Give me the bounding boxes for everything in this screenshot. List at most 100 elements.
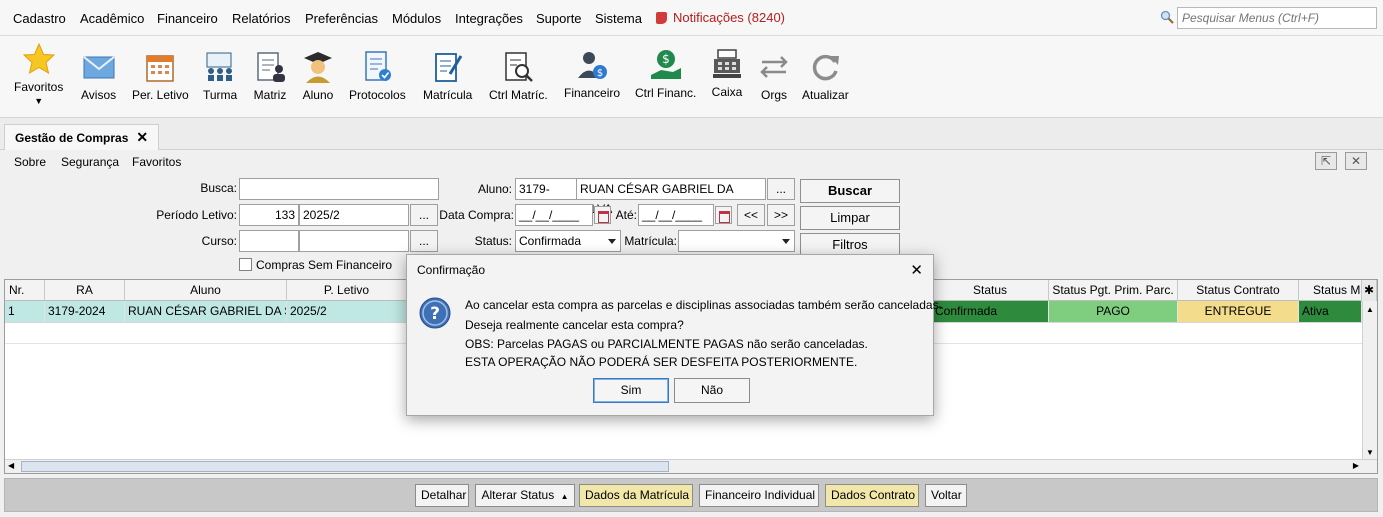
- menu-financeiro[interactable]: Financeiro: [157, 11, 218, 26]
- toolbar-caixa[interactable]: Caixa: [710, 47, 744, 99]
- envelope-icon: [82, 56, 115, 79]
- toolbar-matriz[interactable]: Matriz: [253, 50, 287, 102]
- toolbar-financeiro[interactable]: $ Financeiro: [564, 48, 620, 100]
- menu-modulos[interactable]: Módulos: [392, 11, 441, 26]
- search-icon: [1160, 10, 1174, 24]
- scroll-up-icon[interactable]: ▲: [1366, 305, 1374, 314]
- column-header[interactable]: Aluno: [125, 280, 287, 301]
- curso-lookup-button[interactable]: ...: [410, 230, 438, 252]
- toolbar-turma[interactable]: Turma: [203, 50, 237, 102]
- popout-icon[interactable]: ⇱: [1315, 152, 1337, 170]
- toolbar-label: Matrícula: [423, 88, 473, 102]
- curso-code-input[interactable]: [239, 230, 299, 252]
- alterar-status-button[interactable]: Alterar Status ▲: [475, 484, 575, 507]
- close-icon[interactable]: ✕: [910, 261, 923, 279]
- toolbar-label: Atualizar: [802, 88, 849, 102]
- protocol-document-icon: [365, 51, 392, 81]
- aluno-label: Aluno:: [477, 182, 512, 196]
- limpar-button[interactable]: Limpar: [800, 206, 900, 230]
- submenu-favoritos[interactable]: Favoritos: [132, 155, 181, 169]
- data-compra-label: Data Compra:: [439, 208, 514, 222]
- search-input[interactable]: [1177, 7, 1377, 29]
- menu-relatorios[interactable]: Relatórios: [232, 11, 291, 26]
- toolbar: Favoritos ▼ Avisos Per. Letivo Turma Mat…: [0, 36, 1383, 118]
- toolbar-orgs[interactable]: Orgs: [757, 50, 791, 102]
- dialog-message-line: ESTA OPERAÇÃO NÃO PODERÁ SER DESFEITA PO…: [465, 355, 858, 369]
- voltar-button[interactable]: Voltar: [925, 484, 967, 507]
- vertical-scrollbar[interactable]: ▲ ▼: [1362, 301, 1377, 460]
- prev-period-button[interactable]: <<: [737, 204, 765, 226]
- periodo-value-input[interactable]: 2025/2: [299, 204, 409, 226]
- sub-menu: Sobre Segurança Favoritos: [0, 150, 1383, 174]
- menu-academico[interactable]: Acadêmico: [80, 11, 144, 26]
- toolbar-ctrl-matric[interactable]: Ctrl Matríc.: [489, 50, 548, 102]
- toolbar-label: Protocolos: [349, 88, 406, 102]
- column-header[interactable]: P. Letivo: [287, 280, 407, 301]
- cell-aluno: RUAN CÉSAR GABRIEL DA S...: [125, 301, 287, 322]
- dados-contrato-button[interactable]: Dados Contrato: [825, 484, 919, 507]
- notifications-link[interactable]: Notificações (8240): [656, 10, 785, 25]
- toolbar-label: Aluno: [302, 88, 334, 102]
- aluno-lookup-button[interactable]: ...: [767, 178, 795, 200]
- tab-gestao-compras[interactable]: Gestão de Compras ✕: [4, 124, 160, 150]
- calendar-icon[interactable]: [594, 206, 611, 224]
- menu-cadastro[interactable]: Cadastro: [13, 11, 66, 26]
- next-period-button[interactable]: >>: [767, 204, 795, 226]
- column-header[interactable]: Status Pgt. Prim. Parc.: [1049, 280, 1178, 301]
- column-header[interactable]: Status: [932, 280, 1049, 301]
- nao-button[interactable]: Não: [674, 378, 750, 403]
- submenu-sobre[interactable]: Sobre: [14, 155, 46, 169]
- chevron-up-icon: ▲: [560, 492, 569, 501]
- status-selected-value: Confirmada: [519, 234, 582, 248]
- detalhar-button[interactable]: Detalhar: [415, 484, 469, 507]
- scroll-right-icon[interactable]: ▶: [1353, 461, 1359, 470]
- cash-register-icon: [713, 49, 741, 78]
- financeiro-individual-button[interactable]: Financeiro Individual: [699, 484, 819, 507]
- gear-icon[interactable]: ✱: [1362, 280, 1377, 301]
- close-icon[interactable]: ✕: [136, 129, 148, 146]
- toolbar-label: Orgs: [760, 88, 787, 102]
- toolbar-matricula[interactable]: Matrícula: [423, 50, 472, 102]
- scroll-down-icon[interactable]: ▼: [1366, 448, 1374, 457]
- horizontal-scrollbar[interactable]: ◀ ▶: [5, 459, 1377, 473]
- toolbar-avisos[interactable]: Avisos: [81, 50, 116, 102]
- column-header[interactable]: Status Contrato: [1178, 280, 1299, 301]
- toolbar-label: Financeiro: [564, 86, 621, 100]
- toolbar-aluno[interactable]: Aluno: [301, 50, 335, 102]
- data-from-input[interactable]: __/__/____: [515, 204, 593, 226]
- money-hand-icon: $: [650, 50, 681, 79]
- column-header[interactable]: RA: [45, 280, 125, 301]
- curso-name-input[interactable]: [299, 230, 409, 252]
- toolbar-atualizar[interactable]: Atualizar: [802, 50, 849, 102]
- close-window-icon[interactable]: ✕: [1345, 152, 1367, 170]
- busca-input[interactable]: [239, 178, 439, 200]
- scroll-left-icon[interactable]: ◀: [8, 461, 14, 470]
- column-header[interactable]: Status Ma: [1299, 280, 1362, 301]
- calendar-icon[interactable]: [715, 206, 732, 224]
- matricula-select[interactable]: [678, 230, 795, 252]
- submenu-seguranca[interactable]: Segurança: [61, 155, 119, 169]
- toolbar-per-letivo[interactable]: Per. Letivo: [132, 50, 189, 102]
- aluno-ra-input[interactable]: 3179-2024: [515, 178, 577, 216]
- aluno-nome-input[interactable]: RUAN CÉSAR GABRIEL DA SILVA: [576, 178, 766, 216]
- menu-bar: Cadastro Acadêmico Financeiro Relatórios…: [0, 0, 1383, 36]
- toolbar-protocolos[interactable]: Protocolos: [349, 50, 406, 102]
- status-select[interactable]: Confirmada: [515, 230, 621, 252]
- menu-sistema[interactable]: Sistema: [595, 11, 642, 26]
- dados-matricula-button[interactable]: Dados da Matrícula: [579, 484, 693, 507]
- toolbar-label: Ctrl Matríc.: [489, 88, 548, 102]
- menu-preferencias[interactable]: Preferências: [305, 11, 378, 26]
- enrollment-icon: [434, 53, 462, 82]
- menu-suporte[interactable]: Suporte: [536, 11, 582, 26]
- toolbar-favoritos[interactable]: Favoritos ▼: [14, 42, 63, 106]
- scroll-thumb[interactable]: [21, 461, 669, 472]
- periodo-code-input[interactable]: 133: [239, 204, 299, 226]
- sem-financeiro-checkbox[interactable]: [239, 258, 252, 271]
- menu-integracoes[interactable]: Integrações: [455, 11, 523, 26]
- cell-nr: 1: [5, 301, 45, 322]
- toolbar-ctrl-financ[interactable]: $ Ctrl Financ.: [635, 48, 696, 100]
- sim-button[interactable]: Sim: [593, 378, 669, 403]
- data-to-input[interactable]: __/__/____: [638, 204, 714, 226]
- column-header[interactable]: Nr.: [5, 280, 45, 301]
- buscar-button[interactable]: Buscar: [800, 179, 900, 203]
